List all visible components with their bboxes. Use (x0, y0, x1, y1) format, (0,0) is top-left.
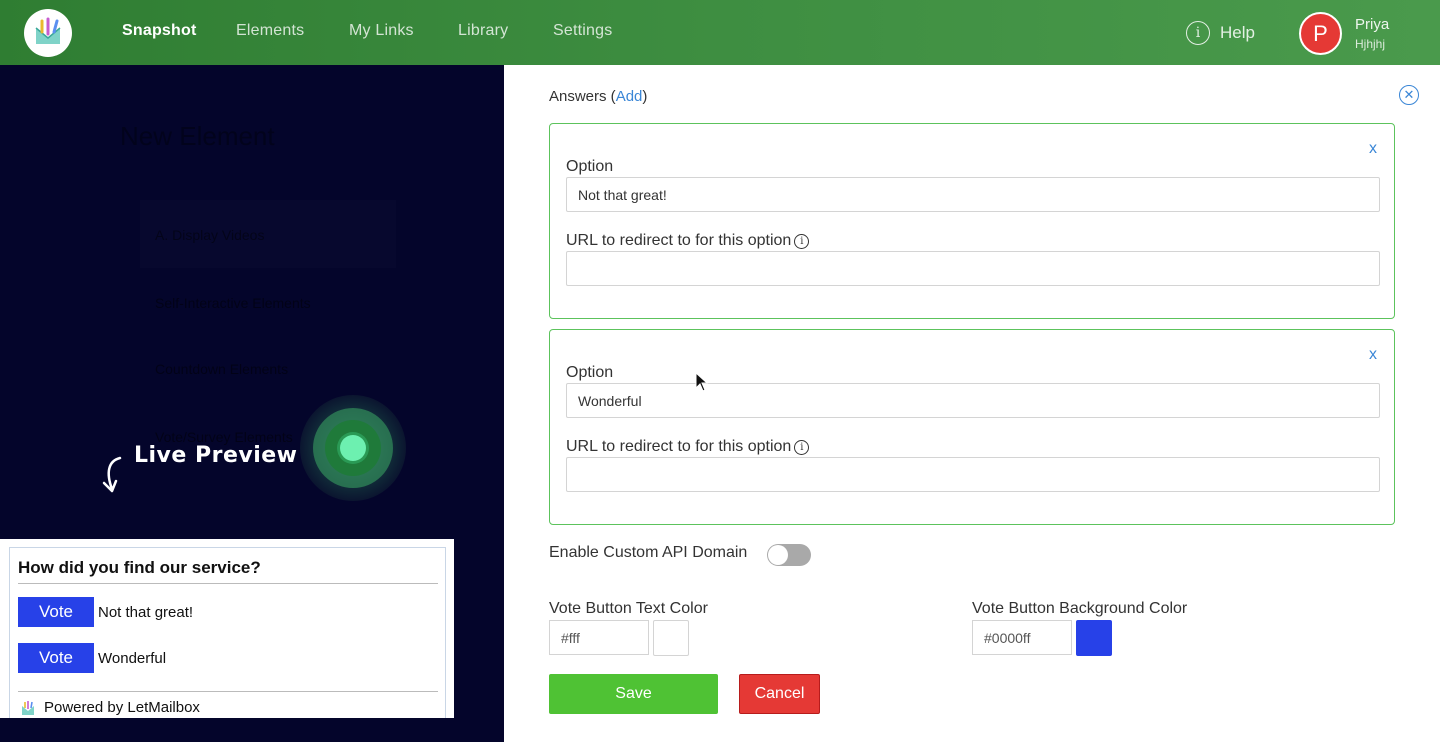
curved-arrow-icon (102, 456, 122, 493)
bg-color-swatch[interactable] (1076, 620, 1112, 656)
nav-settings[interactable]: Settings (553, 22, 612, 40)
url-input[interactable] (566, 251, 1380, 286)
letmailbox-logo-icon (22, 700, 34, 715)
divider (18, 691, 438, 692)
live-dot-icon (340, 435, 366, 461)
poll-option-label: Not that great! (98, 603, 194, 621)
nav-elements[interactable]: Elements (236, 22, 304, 40)
user-avatar[interactable]: P (1299, 12, 1342, 55)
cancel-button[interactable]: Cancel (739, 674, 820, 714)
poll-option-row: Vote Not that great! (18, 597, 193, 627)
ghost-item: A. Display Videos (155, 227, 265, 243)
nav-my-links[interactable]: My Links (349, 22, 414, 40)
ghost-item: Self-Interactive Elements (155, 295, 311, 311)
help-label: Help (1220, 23, 1255, 42)
answer-option-card: x Option Not that great! URL to redirect… (549, 123, 1395, 319)
poll-preview: How did you find our service? Vote Not t… (0, 539, 454, 727)
poll-option-row: Vote Wonderful (18, 643, 166, 673)
custom-api-toggle[interactable] (767, 544, 811, 566)
option-label: Option (566, 158, 614, 175)
poll-question: How did you find our service? (18, 558, 261, 577)
url-label: URL to redirect to for this option i (566, 232, 810, 250)
user-name[interactable]: Priya (1355, 16, 1389, 33)
ghost-item: Countdown Elements (155, 361, 289, 377)
mouse-cursor-icon (695, 372, 709, 392)
powered-by-label: Powered by LetMailbox (44, 699, 200, 716)
option-label: Option (566, 364, 614, 381)
info-icon[interactable]: i (794, 234, 810, 249)
text-color-swatch[interactable] (653, 620, 689, 656)
poll-option-label: Wonderful (98, 649, 167, 667)
live-indicator (300, 395, 406, 501)
left-overlay-bottom (0, 718, 504, 742)
top-nav-bar: Snapshot Elements My Links Library Setti… (0, 0, 1440, 65)
toggle-knob (768, 545, 788, 565)
vote-button[interactable]: Vote (18, 597, 94, 627)
user-subtitle: Hjhjhj (1355, 37, 1386, 51)
element-form-panel: Answers (Add) ✕ x Option Not that great!… (504, 65, 1440, 742)
divider (18, 583, 438, 584)
ghost-page-title: New Element (120, 121, 275, 151)
poll-preview-frame: How did you find our service? Vote Not t… (9, 547, 446, 727)
bg-color-input[interactable]: #0000ff (972, 620, 1072, 655)
info-icon[interactable]: i (794, 440, 810, 455)
app-logo[interactable] (24, 9, 72, 57)
url-input[interactable] (566, 457, 1380, 492)
text-color-input[interactable]: #fff (549, 620, 649, 655)
logo-icon (35, 17, 61, 44)
save-button[interactable]: Save (549, 674, 718, 714)
answer-option-card: x Option Wonderful URL to redirect to fo… (549, 329, 1395, 525)
option-input[interactable]: Wonderful (566, 383, 1380, 418)
nav-snapshot[interactable]: Snapshot (122, 22, 197, 40)
powered-by[interactable]: Powered by LetMailbox (20, 699, 200, 716)
add-answer-link[interactable]: Add (616, 88, 643, 105)
remove-option-button[interactable]: x (1369, 140, 1377, 158)
custom-api-label: Enable Custom API Domain (549, 544, 748, 561)
answers-heading: Answers (Add) (549, 88, 648, 105)
close-panel-icon[interactable]: ✕ (1399, 85, 1419, 105)
live-preview-label: Live Preview (134, 443, 298, 468)
text-color-label: Vote Button Text Color (549, 600, 708, 617)
vote-button[interactable]: Vote (18, 643, 94, 673)
info-icon: i (1186, 21, 1210, 45)
nav-library[interactable]: Library (458, 22, 508, 40)
remove-option-button[interactable]: x (1369, 346, 1377, 364)
help-link[interactable]: i Help (1186, 21, 1255, 45)
url-label: URL to redirect to for this option i (566, 438, 810, 456)
option-input[interactable]: Not that great! (566, 177, 1380, 212)
bg-color-label: Vote Button Background Color (972, 600, 1188, 617)
